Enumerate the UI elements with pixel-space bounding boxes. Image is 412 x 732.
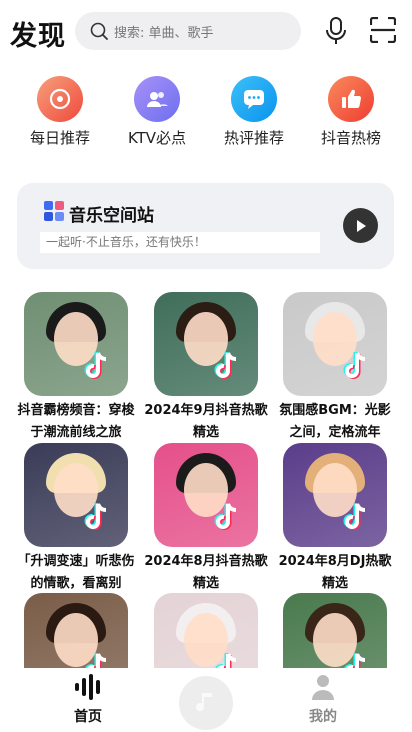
shortcut-label: 抖音热榜 bbox=[320, 129, 381, 147]
playlist-cover bbox=[24, 593, 128, 668]
playlist-cover bbox=[283, 593, 387, 668]
station-logo-icon bbox=[44, 201, 64, 221]
playlist-card[interactable]: 氛围感BGM：光影之间，定格流年 bbox=[279, 292, 391, 444]
tiktok-note-icon bbox=[344, 653, 366, 668]
tiktok-note-icon bbox=[214, 503, 237, 530]
search-icon bbox=[90, 22, 108, 40]
users-icon bbox=[134, 76, 180, 122]
music-note-icon bbox=[196, 693, 212, 712]
playlist-card[interactable]: 2024年9月抖音热歌精选 bbox=[144, 292, 268, 444]
tab-home-label: 首页 bbox=[74, 709, 102, 725]
thumbs-up-icon bbox=[328, 76, 374, 122]
shortcut-daily-recommend[interactable]: 每日推荐 bbox=[10, 76, 110, 148]
playlist-card[interactable] bbox=[283, 593, 387, 668]
station-title: 音乐空间站 bbox=[69, 206, 154, 226]
shortcut-row: 每日推荐 KTV必点 热评推荐 抖音热榜 bbox=[0, 76, 412, 156]
vinyl-icon bbox=[37, 76, 83, 122]
scan-icon[interactable] bbox=[370, 17, 396, 43]
tab-mine-label: 我的 bbox=[309, 709, 337, 725]
shortcut-ktv[interactable]: KTV必点 bbox=[107, 76, 207, 148]
playlist-cover bbox=[283, 292, 387, 396]
playlist-cover bbox=[24, 443, 128, 547]
tiktok-note-icon bbox=[214, 352, 237, 379]
playlist-name: 「升调变速」听悲伤的情歌，看离别 bbox=[17, 554, 135, 591]
bottom-tab-bar: 首页 我的 bbox=[0, 668, 412, 732]
playlist-card[interactable]: 2024年8月抖音热歌精选 bbox=[144, 443, 268, 595]
playlist-cover bbox=[154, 593, 258, 668]
shortcut-hot-comments[interactable]: 热评推荐 bbox=[204, 76, 304, 148]
music-station-card[interactable]: 音乐空间站 一起听·不止音乐，还有快乐！ bbox=[17, 183, 394, 269]
search-bar[interactable]: 搜索: 单曲、歌手 bbox=[75, 12, 301, 50]
play-button[interactable] bbox=[343, 208, 378, 243]
playlist-card[interactable] bbox=[154, 593, 258, 668]
playlist-card[interactable]: 抖音霸榜频音：穿梭于潮流前线之旅 bbox=[17, 292, 135, 444]
user-icon bbox=[312, 675, 334, 700]
search-placeholder: 搜索: 单曲、歌手 bbox=[114, 25, 214, 41]
tiktok-note-icon bbox=[215, 653, 237, 668]
sound-wave-icon bbox=[75, 674, 100, 700]
tab-mine[interactable]: 我的 bbox=[283, 674, 363, 726]
playlist-card[interactable]: 2024年8月DJ热歌精选 bbox=[279, 443, 391, 595]
chat-bubble-icon bbox=[231, 76, 277, 122]
now-playing-button[interactable] bbox=[179, 676, 233, 730]
playlist-name: 2024年8月DJ热歌精选 bbox=[278, 554, 392, 591]
playlist-card[interactable] bbox=[24, 593, 128, 668]
play-icon bbox=[356, 219, 366, 232]
playlist-cover bbox=[283, 443, 387, 547]
shortcut-label: KTV必点 bbox=[127, 129, 187, 147]
playlist-name: 2024年8月抖音热歌精选 bbox=[144, 554, 268, 591]
page-title: 发现 bbox=[10, 21, 66, 52]
tiktok-note-icon bbox=[84, 503, 107, 530]
playlist-grid: 抖音霸榜频音：穿梭于潮流前线之旅 2024年9月抖音热歌精选 氛围感BGM：光影之间… bbox=[0, 292, 412, 668]
playlist-cover bbox=[154, 443, 258, 547]
playlist-name: 抖音霸榜频音：穿梭于潮流前线之旅 bbox=[17, 403, 135, 440]
station-subtitle: 一起听·不止音乐，还有快乐！ bbox=[40, 232, 320, 253]
playlist-cover bbox=[24, 292, 128, 396]
tab-home[interactable]: 首页 bbox=[48, 674, 128, 726]
microphone-icon[interactable] bbox=[324, 17, 348, 45]
playlist-cover bbox=[154, 292, 258, 396]
tiktok-note-icon bbox=[84, 352, 107, 379]
playlist-name: 2024年9月抖音热歌精选 bbox=[144, 403, 268, 440]
tiktok-note-icon bbox=[85, 653, 107, 668]
tiktok-note-icon bbox=[343, 352, 366, 379]
shortcut-label: 每日推荐 bbox=[29, 129, 90, 147]
playlist-name: 氛围感BGM：光影之间，定格流年 bbox=[279, 403, 391, 440]
playlist-card[interactable]: 「升调变速」听悲伤的情歌，看离别 bbox=[17, 443, 135, 595]
tiktok-note-icon bbox=[343, 503, 366, 530]
header: 发现 搜索: 单曲、歌手 bbox=[0, 0, 412, 64]
shortcut-douyin-chart[interactable]: 抖音热榜 bbox=[301, 76, 401, 148]
shortcut-label: 热评推荐 bbox=[223, 129, 284, 147]
